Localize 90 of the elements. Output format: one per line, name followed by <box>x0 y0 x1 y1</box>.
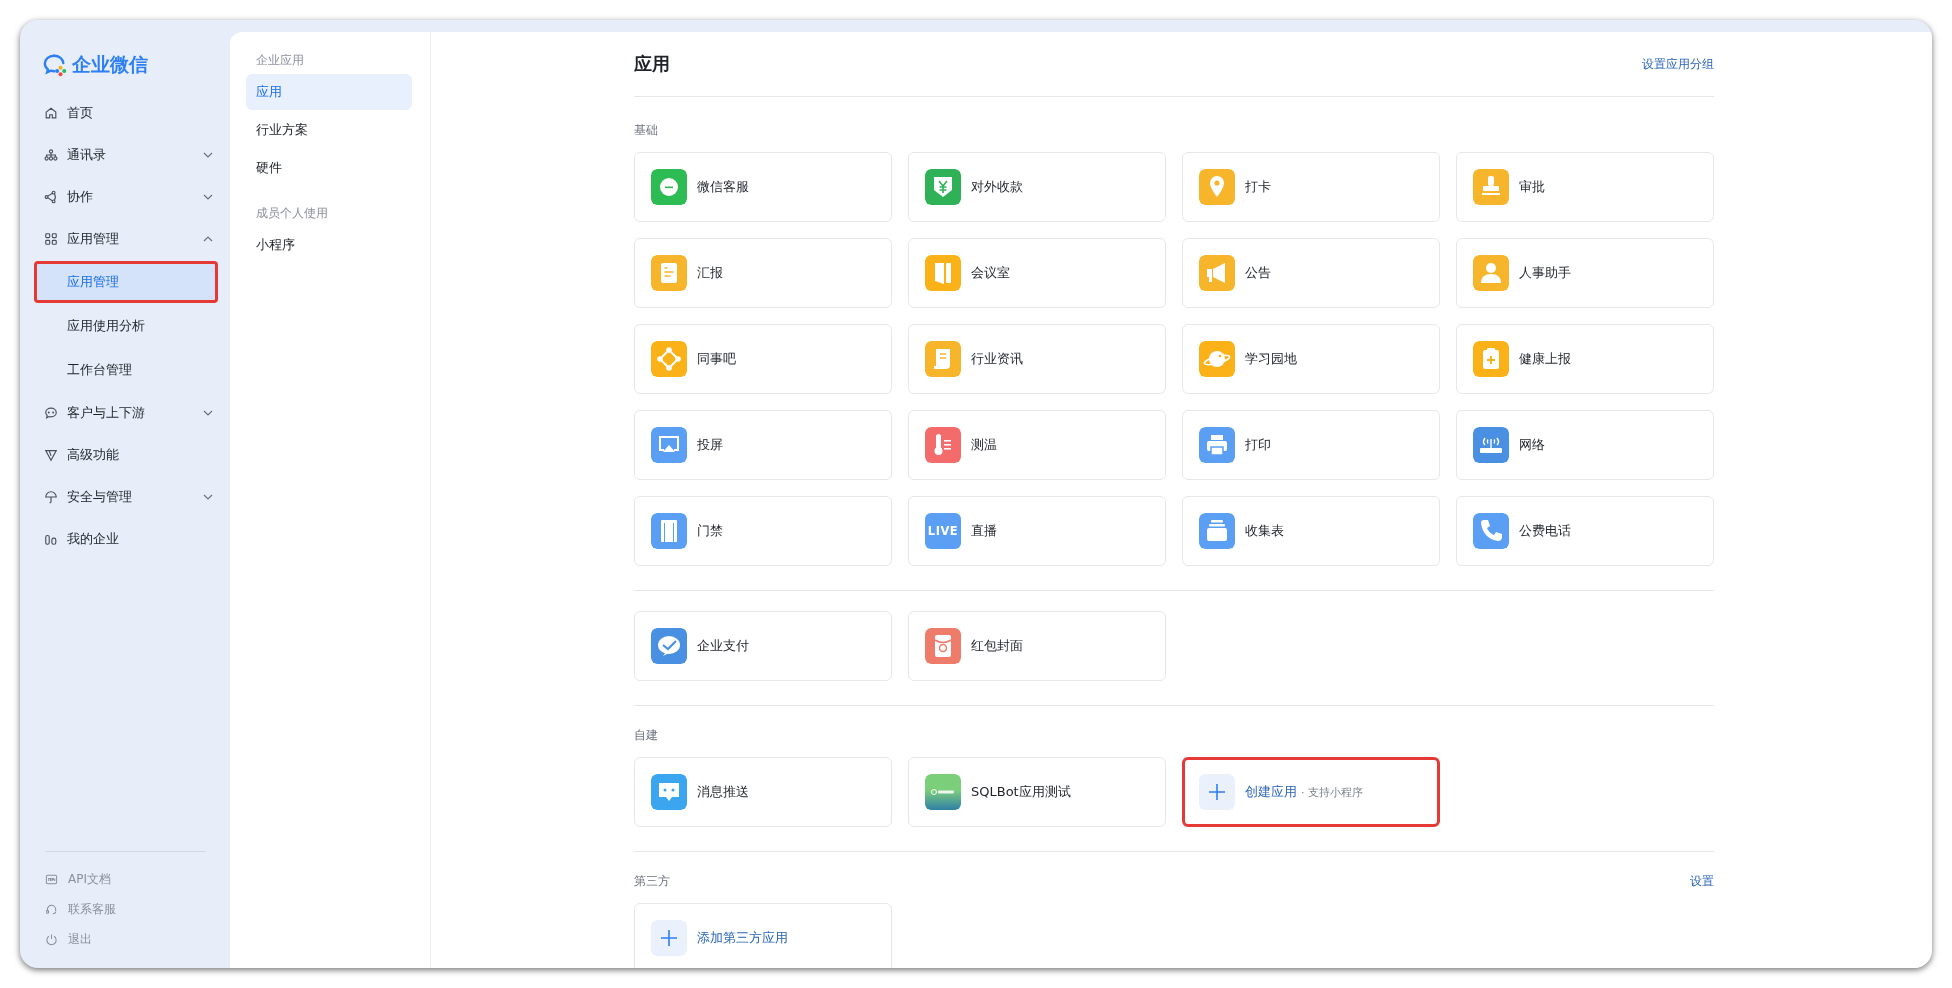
nav-item[interactable]: 协作 <box>20 176 230 218</box>
app-card[interactable]: 同事吧 <box>634 324 892 394</box>
app-card[interactable]: 审批 <box>1456 152 1714 222</box>
app-icon: LIVE <box>925 513 961 549</box>
group-heading: 成员个人使用 <box>255 205 329 222</box>
group-settings-link[interactable]: 设置应用分组 <box>1642 55 1714 73</box>
app-card[interactable]: 学习园地 <box>1182 324 1440 394</box>
card-label: 打卡 <box>1245 178 1271 196</box>
app-card[interactable]: 企业支付 <box>634 611 892 681</box>
chat-icon <box>44 406 58 420</box>
card-label: 行业资讯 <box>971 350 1023 368</box>
card-label: 汇报 <box>697 264 723 282</box>
app-card[interactable]: 红包封面 <box>908 611 1166 681</box>
app-card[interactable]: 网络 <box>1456 410 1714 480</box>
app-card[interactable]: 收集表 <box>1182 496 1440 566</box>
logo-text: 企业微信 <box>72 52 148 77</box>
app-card[interactable]: 人事助手 <box>1456 238 1714 308</box>
app-card[interactable]: 消息推送 <box>634 757 892 827</box>
card-label: 直播 <box>971 522 997 540</box>
nav-item[interactable]: 我的企业 <box>20 518 230 560</box>
card-label: 添加第三方应用 <box>697 929 788 947</box>
card-label: 打印 <box>1245 436 1271 454</box>
org-icon <box>44 148 58 162</box>
card-label: 网络 <box>1519 436 1545 454</box>
card-label: 微信客服 <box>697 178 749 196</box>
headset-icon <box>45 902 58 916</box>
app-card[interactable]: SQLBot应用测试 <box>908 757 1166 827</box>
card-label: 同事吧 <box>697 350 736 368</box>
page-title: 应用 <box>634 52 670 76</box>
apps-icon <box>44 232 58 246</box>
group-heading: 企业应用 <box>255 52 305 69</box>
section-heading: 第三方 <box>634 872 670 890</box>
api-icon <box>45 872 58 886</box>
nav-subitem[interactable]: 应用使用分析 <box>34 305 218 347</box>
app-card[interactable]: 微信客服 <box>634 152 892 222</box>
card-label: 公费电话 <box>1519 522 1571 540</box>
plus-icon <box>651 920 687 956</box>
card-label: 投屏 <box>697 436 723 454</box>
nav-subitem[interactable]: 应用管理 <box>34 261 218 303</box>
card-label: 学习园地 <box>1245 350 1297 368</box>
app-card[interactable]: 测温 <box>908 410 1166 480</box>
card-label: 收集表 <box>1245 522 1284 540</box>
app-card[interactable]: 打卡 <box>1182 152 1440 222</box>
app-card[interactable]: 行业资讯 <box>908 324 1166 394</box>
nav-subitem[interactable]: 工作台管理 <box>34 349 218 391</box>
add-app-card[interactable]: 添加第三方应用 <box>634 903 892 968</box>
app-card[interactable]: 打印 <box>1182 410 1440 480</box>
card-label: 企业支付 <box>697 637 749 655</box>
card-label: 审批 <box>1519 178 1545 196</box>
card-label: 对外收款 <box>971 178 1023 196</box>
submenu-item[interactable]: 应用 <box>246 74 412 110</box>
section-heading: 自建 <box>634 726 658 744</box>
app-card[interactable]: 健康上报 <box>1456 324 1714 394</box>
nav-item[interactable]: 首页 <box>20 92 230 134</box>
app-card[interactable]: 会议室 <box>908 238 1166 308</box>
home-icon <box>44 106 58 120</box>
card-label: 会议室 <box>971 264 1010 282</box>
add-app-card[interactable]: 创建应用 · 支持小程序 <box>1182 757 1440 827</box>
funnel-icon <box>44 448 58 462</box>
card-label: 门禁 <box>697 522 723 540</box>
card-label: 人事助手 <box>1519 264 1571 282</box>
nav-item[interactable]: 通讯录 <box>20 134 230 176</box>
umbrella-icon <box>44 490 58 504</box>
app-card[interactable]: 公费电话 <box>1456 496 1714 566</box>
card-label: 健康上报 <box>1519 350 1571 368</box>
settings-link[interactable]: 设置 <box>1690 872 1714 890</box>
card-label: 创建应用 <box>1245 783 1297 801</box>
card-note: · 支持小程序 <box>1301 784 1363 800</box>
app-card[interactable]: 投屏 <box>634 410 892 480</box>
submenu-item[interactable]: 小程序 <box>246 227 412 263</box>
app-card[interactable]: LIVE 直播 <box>908 496 1166 566</box>
nav-item[interactable]: 高级功能 <box>20 434 230 476</box>
submenu-item[interactable]: 行业方案 <box>246 112 412 148</box>
app-card[interactable]: 门禁 <box>634 496 892 566</box>
nav-item[interactable]: 应用管理 <box>20 218 230 260</box>
logo-icon <box>42 53 68 77</box>
card-label: 红包封面 <box>971 637 1023 655</box>
card-label: 公告 <box>1245 264 1271 282</box>
section-heading: 基础 <box>634 121 658 139</box>
nav-item[interactable]: 安全与管理 <box>20 476 230 518</box>
submenu-item[interactable]: 硬件 <box>246 150 412 186</box>
power-icon <box>45 932 58 946</box>
app-card[interactable]: 汇报 <box>634 238 892 308</box>
card-label: SQLBot应用测试 <box>971 783 1071 801</box>
card-label: 消息推送 <box>697 783 749 801</box>
nav-item[interactable]: 客户与上下游 <box>20 392 230 434</box>
app-card[interactable]: 公告 <box>1182 238 1440 308</box>
card-label: 测温 <box>971 436 997 454</box>
app-card[interactable]: 对外收款 <box>908 152 1166 222</box>
plus-icon <box>1199 774 1235 810</box>
